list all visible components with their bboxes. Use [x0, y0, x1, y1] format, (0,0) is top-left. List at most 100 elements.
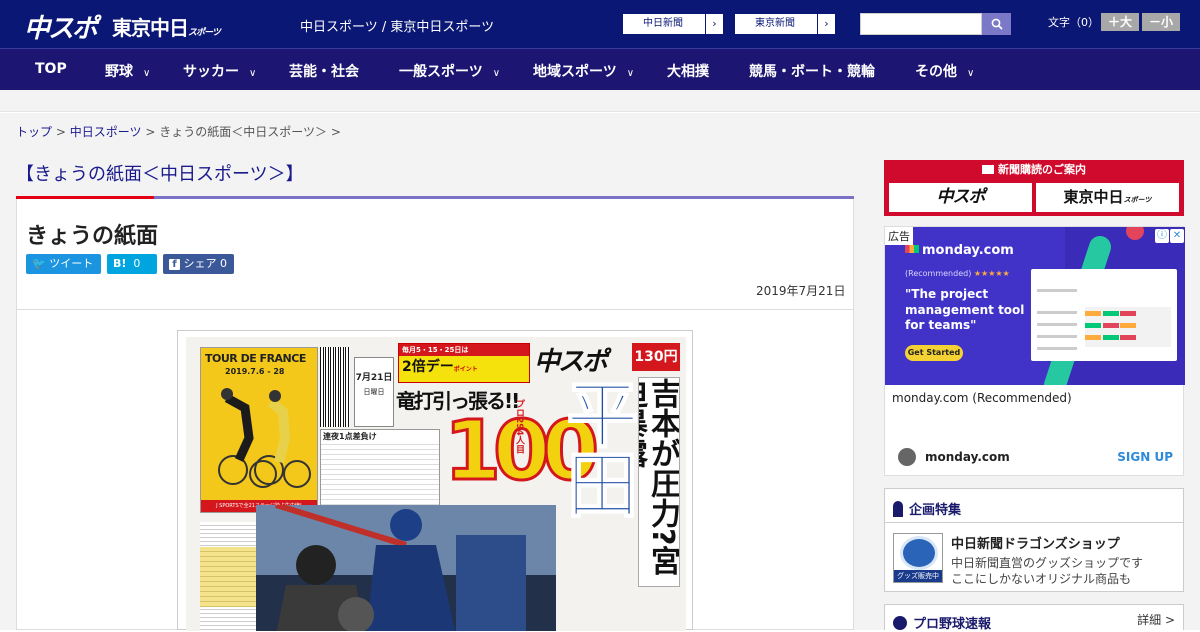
nav-item-label: 一般スポーツ: [399, 64, 483, 80]
issue-weekday: 日曜日: [363, 388, 385, 396]
nav-item-label: 大相撲: [667, 64, 709, 80]
top-header: 中スポ 東京中日スポーツ 中日スポーツ / 東京中日スポーツ 中日新聞 › 東京新…: [0, 0, 1200, 48]
baseball-icon: [893, 616, 907, 630]
nav-item-racing[interactable]: 競馬・ボート・競輪: [749, 61, 875, 81]
ad-signup-button[interactable]: SIGN UP: [1117, 450, 1173, 464]
breadcrumb-home[interactable]: トップ: [16, 125, 52, 139]
promo-point: ポイント: [453, 366, 478, 373]
fb-count: 0: [220, 257, 227, 270]
subscribe-logo-tokyo-text: 東京中日: [1063, 188, 1124, 206]
chunichi-shimbun-link[interactable]: 中日新聞 ›: [622, 13, 724, 35]
subscribe-logo-tokyo[interactable]: 東京中日スポーツ: [1036, 183, 1179, 212]
feature-section: 企画特集 グッズ販売中 中日新聞ドラゴンズショップ 中日新聞直営のグッズショップ…: [884, 488, 1184, 592]
search-input[interactable]: [860, 13, 982, 35]
newspaper-image: TOUR DE FRANCE 2019.7.6 - 28 J SPORTSで全2…: [186, 337, 686, 631]
tweet-button[interactable]: 🐦 ツイート: [26, 254, 101, 274]
newspaper-front-page[interactable]: TOUR DE FRANCE 2019.7.6 - 28 J SPORTSで全2…: [177, 330, 693, 631]
promo-top: 毎月5・15・25日は: [399, 344, 529, 356]
breadcrumb: トップ > 中日スポーツ > きょうの紙面＜中日スポーツ＞ >: [0, 113, 1200, 149]
font-larger-button[interactable]: ＋大: [1101, 13, 1139, 31]
chevron-down-icon: ∨: [626, 68, 635, 79]
monday-logo-icon: [905, 245, 919, 253]
ad-recommended: (Recommended) ★★★★★: [905, 269, 1010, 278]
twitter-icon: 🐦: [32, 257, 46, 270]
ad-brand-logo: monday.com: [905, 243, 1014, 258]
headline-side: プロ294人目: [514, 399, 524, 454]
promo-banner: 毎月5・15・25日は 2倍デーポイント: [398, 343, 530, 383]
nav-item-local-sports[interactable]: 地域スポーツ ∨: [533, 61, 634, 81]
side-headline: 吉本が圧力?宮迫暴露: [638, 377, 680, 587]
ad-recommended-text: (Recommended): [905, 269, 972, 278]
divider: [16, 309, 854, 310]
subscribe-banner[interactable]: 新聞購読のご案内 中スポ 東京中日スポーツ: [884, 160, 1184, 216]
story-title: 連夜1点差負け: [321, 430, 439, 443]
fb-share-label: シェア: [183, 257, 217, 270]
breadcrumb-sep: >: [55, 125, 66, 139]
price: 130円: [632, 343, 680, 371]
chevron-down-icon: ∨: [249, 68, 257, 79]
tokyo-shimbun-label: 東京新聞: [755, 18, 795, 29]
subscribe-logo-chuspo[interactable]: 中スポ: [889, 183, 1032, 212]
ad-cta-button[interactable]: Get Started: [905, 345, 963, 361]
shop-badge: グッズ販売中: [894, 570, 942, 582]
breadcrumb-sep: >: [145, 125, 156, 139]
baseball-section: プロ野球速報 詳細 >: [884, 604, 1184, 632]
article-date: 2019年7月21日: [756, 284, 846, 298]
nav-item-soccer[interactable]: サッカー ∨: [183, 61, 256, 81]
breadcrumb-section[interactable]: 中日スポーツ: [70, 125, 142, 139]
baseball-more-link[interactable]: 詳細 >: [1137, 611, 1175, 628]
font-smaller-button[interactable]: －小: [1142, 13, 1180, 31]
nav-item-baseball[interactable]: 野球 ∨: [105, 61, 150, 81]
tokyo-shimbun-link[interactable]: 東京新聞 ›: [734, 13, 836, 35]
player-photo: [256, 505, 556, 631]
dragons-mascot-icon: [900, 536, 938, 570]
category-title: 【きょうの紙面＜中日スポーツ＞】: [16, 164, 304, 185]
facebook-icon: f: [169, 259, 180, 270]
chunichi-sports-logo[interactable]: 中スポ: [24, 8, 98, 45]
subscribe-title: 新聞購読のご案内: [884, 160, 1184, 180]
nav-item-label: サッカー: [183, 64, 239, 80]
subscribe-title-text: 新聞購読のご案内: [998, 163, 1086, 176]
masthead: 中スポ: [534, 347, 608, 377]
search-icon: [991, 18, 1003, 30]
tdf-ad: TOUR DE FRANCE 2019.7.6 - 28 J SPORTSで全2…: [200, 347, 318, 513]
category-underline: [16, 196, 854, 199]
nav-item-label: 芸能・社会: [289, 64, 359, 80]
nav-item-label: その他: [915, 64, 957, 80]
ad-brand-name: monday.com: [922, 243, 1014, 258]
shop-title[interactable]: 中日新聞ドラゴンズショップ: [951, 533, 1120, 552]
hatena-count: 0: [133, 257, 141, 270]
nav-item-others[interactable]: その他 ∨: [915, 61, 974, 81]
nav-item-label: 野球: [105, 64, 133, 80]
shop-desc-2: ここにしかないオリジナル商品も: [951, 572, 1132, 586]
nav-item-sumo[interactable]: 大相撲: [667, 61, 709, 81]
ad-image[interactable]: 広告 ⓘ ✕ monday.com (Recommended) ★★★★★ "T…: [885, 227, 1185, 385]
search-button[interactable]: [982, 13, 1011, 35]
newspaper-icon: [982, 165, 994, 174]
page-title: きょうの紙面: [26, 224, 159, 249]
issue-date: 7月21日 日曜日: [354, 357, 394, 427]
tokyo-chunichi-logo[interactable]: 東京中日スポーツ: [112, 12, 221, 41]
tokyo-chunichi-logo-text: 東京中日: [112, 16, 189, 40]
nav-item-label: 競馬・ボート・競輪: [749, 64, 875, 80]
tweet-label: ツイート: [49, 257, 94, 270]
feature-header: 企画特集: [885, 489, 1183, 523]
ad-caption[interactable]: monday.com (Recommended): [892, 391, 1072, 405]
nav-item-label: 地域スポーツ: [533, 64, 617, 80]
nav-item-general-sports[interactable]: 一般スポーツ ∨: [399, 61, 500, 81]
breadcrumb-current: きょうの紙面＜中日スポーツ＞: [159, 125, 327, 139]
dragons-shop-item[interactable]: グッズ販売中: [893, 533, 943, 583]
nav-item-top[interactable]: TOP: [35, 61, 67, 77]
hatena-icon: B!: [113, 257, 127, 270]
facebook-share-button[interactable]: f シェア 0: [163, 254, 234, 274]
ad-info-icon[interactable]: ⓘ: [1155, 229, 1169, 243]
ad-unit[interactable]: 広告 ⓘ ✕ monday.com (Recommended) ★★★★★ "T…: [884, 226, 1185, 476]
tokyo-chunichi-logo-small: スポーツ: [188, 28, 221, 38]
subscribe-logo-tokyo-small: スポーツ: [1123, 196, 1152, 204]
ad-advertiser[interactable]: monday.com: [925, 450, 1010, 464]
nav-item-entertainment[interactable]: 芸能・社会: [289, 61, 359, 81]
ad-close-icon[interactable]: ✕: [1170, 229, 1184, 243]
breadcrumb-sep: >: [330, 125, 341, 139]
tdf-dates: 2019.7.6 - 28: [225, 367, 285, 376]
hatena-bookmark-button[interactable]: B! 0: [107, 254, 157, 274]
